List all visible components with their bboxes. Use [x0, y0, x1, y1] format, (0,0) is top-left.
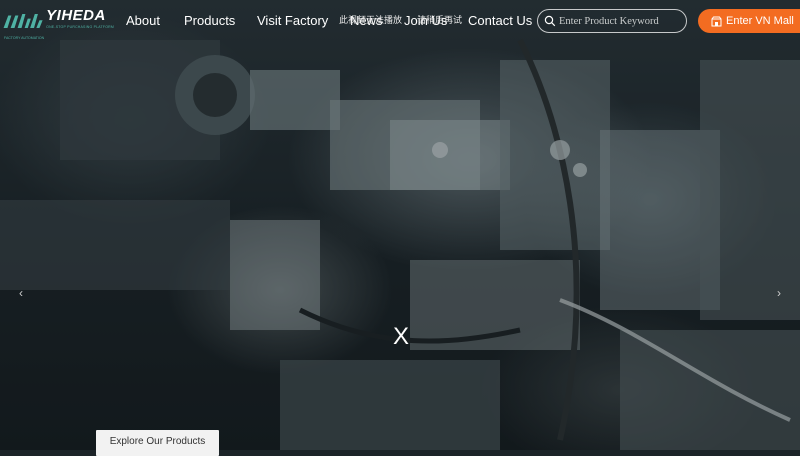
brand-subline: FACTORY AUTOMATION	[4, 36, 45, 40]
nav-item-about[interactable]: About	[126, 13, 160, 29]
nav-item-contact-us[interactable]: Contact Us	[468, 13, 532, 29]
search-input[interactable]	[559, 15, 677, 27]
shop-icon	[711, 16, 722, 26]
carousel-prev-button[interactable]: ‹	[14, 286, 28, 300]
nav-item-visit-factory[interactable]: Visit Factory	[257, 13, 328, 29]
video-error-hint: 请稍后再试	[417, 15, 463, 25]
site-header: YIHEDA ONE-STOP PURCHASING PLATFORM FACT…	[0, 0, 800, 44]
explore-products-button[interactable]: Explore Our Products	[96, 430, 219, 456]
brand-tagline: ONE-STOP PURCHASING PLATFORM	[46, 25, 114, 29]
hero-background	[0, 0, 800, 450]
video-error-message: 此视频无法播放	[339, 15, 403, 25]
video-close-button[interactable]: X	[390, 325, 412, 349]
nav-item-products[interactable]: Products	[184, 13, 235, 29]
enter-mall-button[interactable]: Enter VN Mall	[698, 9, 800, 33]
search-icon	[544, 15, 556, 27]
brand-name: YIHEDA	[46, 7, 106, 24]
enter-mall-label: Enter VN Mall	[726, 15, 794, 27]
logo-mark-icon	[3, 13, 43, 29]
carousel-next-button[interactable]: ›	[772, 286, 786, 300]
brand-logo[interactable]: YIHEDA ONE-STOP PURCHASING PLATFORM FACT…	[2, 7, 114, 40]
search-box[interactable]	[537, 9, 687, 33]
